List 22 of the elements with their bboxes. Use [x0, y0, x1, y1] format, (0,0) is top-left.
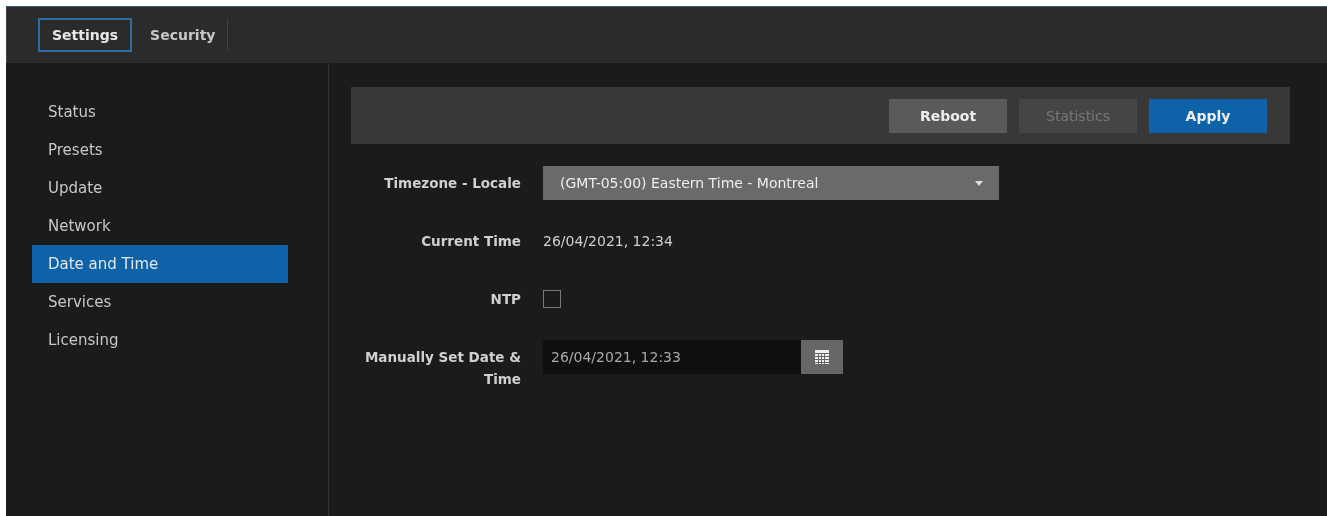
field-label: Current Time [420, 232, 521, 251]
toolbar-button[interactable]: Reboot [889, 98, 1007, 133]
date-time-input[interactable]: 26/04/2021, 12:33 [543, 340, 801, 374]
calendar-icon [814, 349, 830, 365]
sidebar-item[interactable]: Services [32, 283, 288, 321]
current-time-value: 26/04/2021, 12:34 [543, 232, 673, 251]
sidebar-item[interactable]: Licensing [32, 321, 288, 359]
sidebar-item[interactable]: Date and Time [32, 245, 288, 283]
caret-icon [975, 180, 983, 186]
calendar-button[interactable] [801, 340, 843, 374]
sidebar-item[interactable]: Presets [32, 131, 288, 169]
field-label: NTP [489, 290, 521, 309]
sidebar-item[interactable]: Status [32, 93, 288, 131]
tab[interactable]: Settings [38, 18, 133, 52]
sidebar-item[interactable]: Update [32, 169, 288, 207]
field-label: Timezone - Locale [383, 174, 521, 193]
toolbar-button[interactable]: Apply [1149, 98, 1267, 133]
tab[interactable]: Security [136, 18, 229, 52]
sidebar-item[interactable]: Network [32, 207, 288, 245]
field-label: Manually Set Date & Time [363, 348, 521, 389]
timezone-dropdown[interactable]: (GMT-05:00) Eastern Time - Montreal [543, 166, 999, 200]
ntp-checkbox[interactable] [543, 290, 561, 308]
